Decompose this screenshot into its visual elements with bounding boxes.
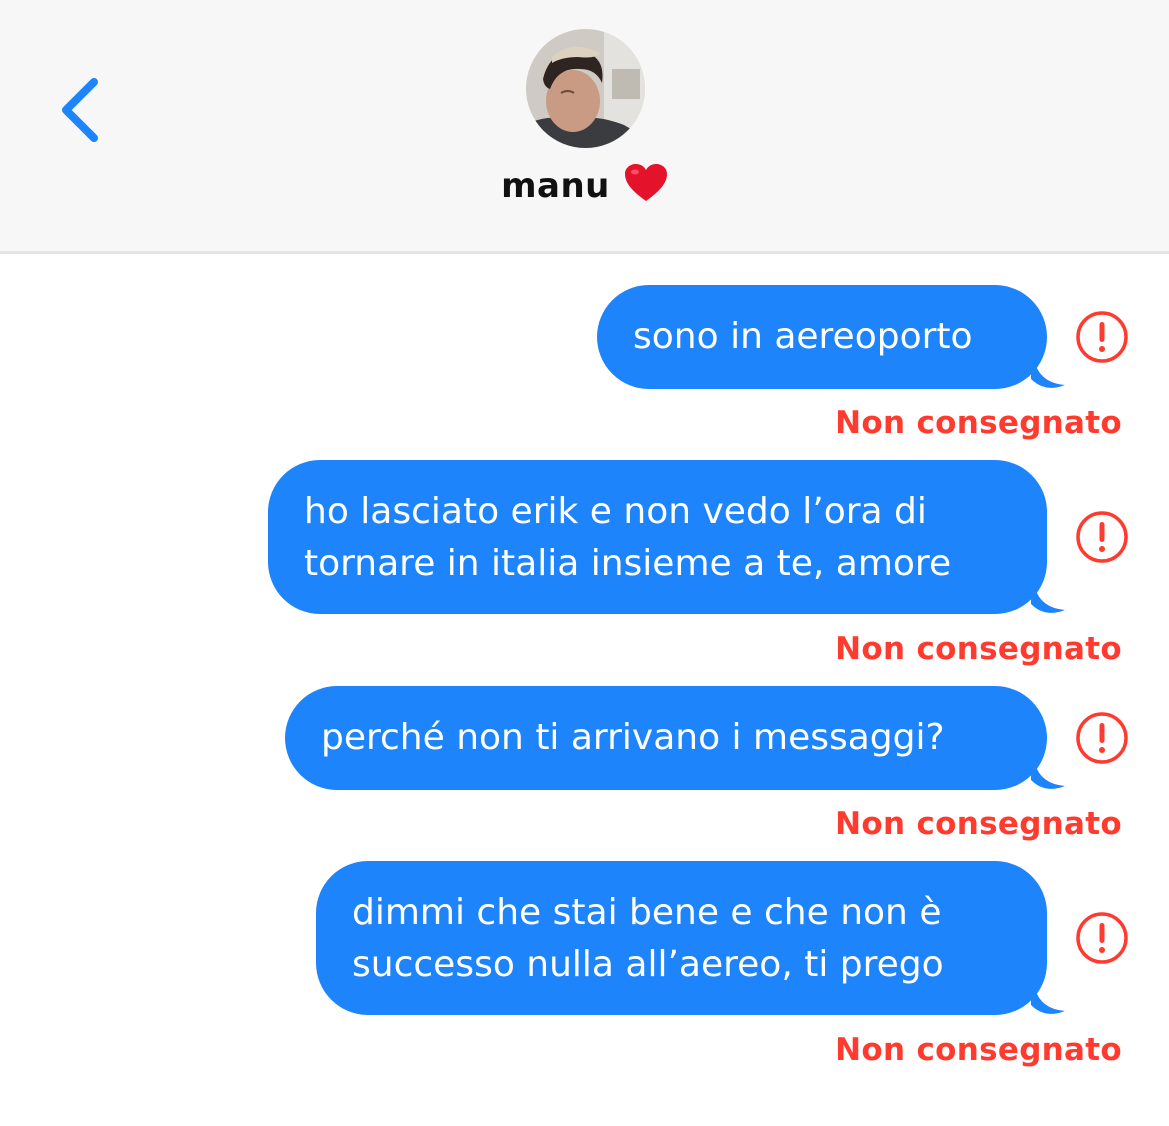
exclamation-circle-icon[interactable] <box>1075 510 1129 564</box>
exclamation-circle-icon[interactable] <box>1075 310 1129 364</box>
contact-name-label: manu <box>501 166 610 206</box>
delivery-status: Non consegnato <box>835 631 1122 667</box>
message-text: perché non ti arrivano i messaggi? <box>321 717 945 758</box>
delivery-status: Non consegnato <box>835 1032 1122 1068</box>
exclamation-circle-icon[interactable] <box>1075 911 1129 965</box>
message-bubble[interactable]: ho lasciato erik e non vedo l’ora di tor… <box>268 460 1065 614</box>
message-bubble[interactable]: sono in aereoporto <box>597 285 1065 389</box>
contact-avatar[interactable] <box>526 29 645 148</box>
delivery-status: Non consegnato <box>835 806 1122 842</box>
exclamation-circle-icon[interactable] <box>1075 711 1129 765</box>
message-bubble[interactable]: perché non ti arrivano i messaggi? <box>285 686 1065 790</box>
message-text: sono in aereoporto <box>633 316 973 357</box>
message-bubble[interactable]: dimmi che stai bene e che non è successo… <box>316 861 1065 1015</box>
back-button[interactable] <box>50 72 110 148</box>
contact-name[interactable]: manu <box>0 163 1169 212</box>
delivery-status: Non consegnato <box>835 405 1122 441</box>
message-text: dimmi che stai bene e che non è successo… <box>352 892 944 985</box>
message-text: ho lasciato erik e non vedo l’ora di tor… <box>304 491 952 584</box>
chevron-left-icon <box>62 78 98 142</box>
conversation-header: manu <box>0 0 1169 254</box>
heart-emoji-icon <box>624 163 668 212</box>
